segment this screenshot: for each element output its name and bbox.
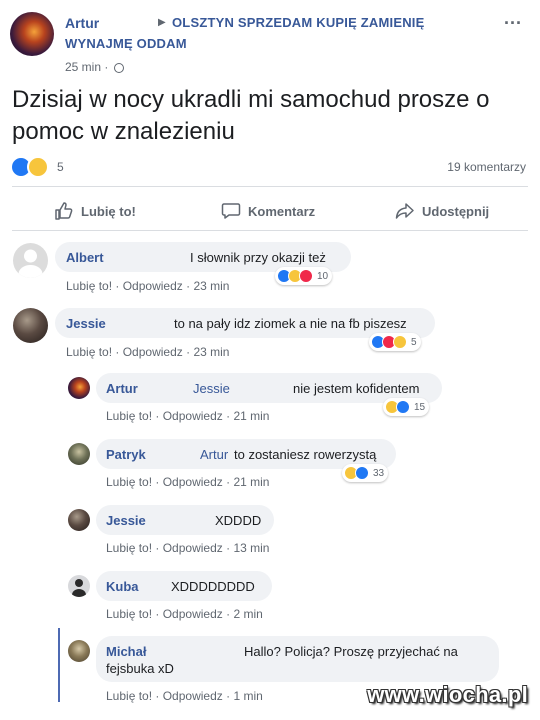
reply-avatar[interactable]	[68, 640, 90, 662]
post-author-name[interactable]: Artur	[65, 15, 99, 31]
share-icon	[395, 203, 414, 219]
reply-author[interactable]: Jessie	[106, 513, 146, 528]
post-text: Dzisiaj w nocy ukradli mi samochud prosz…	[12, 86, 490, 145]
reaction-count: 15	[414, 401, 426, 413]
comment-reactions[interactable]: 10	[275, 267, 333, 285]
reply-text: nie jestem kofidentem	[293, 381, 420, 396]
reply-reply-link[interactable]: Odpowiedz	[163, 541, 223, 555]
comment-avatar[interactable]	[13, 243, 48, 278]
haha-reaction-icon	[27, 156, 49, 178]
more-options-icon[interactable]: ...	[504, 8, 522, 29]
share-button[interactable]: Udostępnij	[395, 202, 489, 220]
comment-text: to na pały idz ziomek a nie na fb piszes…	[174, 316, 407, 331]
reply-time[interactable]: 1 min	[233, 689, 262, 703]
comment-button[interactable]: Komentarz	[221, 202, 315, 220]
reply-time[interactable]: 21 min	[233, 475, 269, 489]
reply-reply-link[interactable]: Odpowiedz	[163, 607, 223, 621]
like-reaction-icon	[396, 400, 410, 414]
reply-like-link[interactable]: Lubię to!	[106, 607, 152, 621]
highlight-bar	[58, 628, 60, 702]
reply-avatar[interactable]	[68, 509, 90, 531]
reaction-count: 5	[411, 336, 417, 348]
reply-author[interactable]: Kuba	[106, 579, 139, 594]
reaction-count: 10	[317, 270, 329, 282]
reply-reactions[interactable]: 33	[342, 464, 389, 482]
comment-reactions[interactable]: 5	[369, 333, 421, 351]
reply-avatar[interactable]	[68, 377, 90, 399]
haha-reaction-icon	[393, 335, 407, 349]
reply-author[interactable]: Patryk	[106, 447, 146, 462]
divider	[12, 186, 528, 187]
love-reaction-icon	[299, 269, 313, 283]
reply-reply-link[interactable]: Odpowiedz	[163, 689, 223, 703]
comment-author[interactable]: Albert	[66, 250, 104, 265]
reply-like-link[interactable]: Lubię to!	[106, 409, 152, 423]
comment-text: I słownik przy okazji też	[190, 250, 326, 265]
group-name-line2[interactable]: WYNAJMĘ ODDAM	[65, 36, 187, 51]
reaction-count: 33	[373, 467, 385, 479]
reply-time[interactable]: 2 min	[233, 607, 262, 621]
comment-time[interactable]: 23 min	[193, 345, 229, 359]
reply-text-line1: Hallo? Policja? Proszę przyjechać na	[244, 644, 458, 659]
comment-time[interactable]: 23 min	[193, 279, 229, 293]
reply-text: XDDDDDDDD	[171, 579, 255, 594]
reply-mention[interactable]: Artur	[200, 447, 228, 462]
post-reaction-count[interactable]: 5	[57, 160, 64, 174]
reply-actions: Lubię to! · Odpowiedz · 2 min	[106, 607, 263, 621]
like-button[interactable]: Lubię to!	[54, 202, 136, 220]
post-timestamp[interactable]: 25 min ·	[65, 60, 124, 74]
comment-reply-link[interactable]: Odpowiedz	[123, 279, 183, 293]
thumbs-up-icon	[55, 202, 73, 220]
reply-text: to zostaniesz rowerzystą	[234, 447, 377, 462]
comment-actions: Lubię to! · Odpowiedz · 23 min	[66, 345, 230, 359]
reply-text: XDDDD	[215, 513, 262, 528]
reply-author[interactable]: Artur	[106, 381, 138, 396]
reply-actions: Lubię to! · Odpowiedz · 21 min	[106, 409, 270, 423]
reply-like-link[interactable]: Lubię to!	[106, 475, 152, 489]
post-reactions-summary[interactable]	[10, 156, 49, 180]
reply-reply-link[interactable]: Odpowiedz	[163, 409, 223, 423]
like-button-label: Lubię to!	[81, 203, 136, 219]
arrow-right-icon: ▶	[158, 17, 166, 28]
comment-button-label: Komentarz	[248, 203, 316, 219]
reply-like-link[interactable]: Lubię to!	[106, 541, 152, 555]
reply-like-link[interactable]: Lubię to!	[106, 689, 152, 703]
divider	[12, 230, 528, 231]
comment-avatar[interactable]	[13, 308, 48, 343]
post-comment-count[interactable]: 19 komentarzy	[447, 160, 526, 174]
comment-icon	[221, 203, 241, 219]
comment-author[interactable]: Jessie	[66, 316, 106, 331]
reply-reply-link[interactable]: Odpowiedz	[163, 475, 223, 489]
reply-avatar[interactable]	[68, 443, 90, 465]
reply-mention[interactable]: Jessie	[193, 381, 230, 396]
post-time-text: 25 min ·	[65, 60, 109, 74]
globe-icon	[113, 63, 124, 73]
reply-actions: Lubię to! · Odpowiedz · 13 min	[106, 541, 270, 555]
reply-actions: Lubię to! · Odpowiedz · 21 min	[106, 475, 270, 489]
reply-reactions[interactable]: 15	[383, 398, 430, 416]
reply-author[interactable]: Michał	[106, 644, 146, 659]
reply-time[interactable]: 13 min	[233, 541, 269, 555]
group-name-line1[interactable]: OLSZTYN SPRZEDAM KUPIĘ ZAMIENIĘ	[172, 15, 425, 30]
reply-time[interactable]: 21 min	[233, 409, 269, 423]
share-button-label: Udostępnij	[422, 203, 490, 219]
comment-like-link[interactable]: Lubię to!	[66, 279, 112, 293]
comment-like-link[interactable]: Lubię to!	[66, 345, 112, 359]
comment-actions: Lubię to! · Odpowiedz · 23 min	[66, 279, 230, 293]
reply-avatar[interactable]	[68, 575, 90, 597]
reply-actions: Lubię to! · Odpowiedz · 1 min	[106, 689, 263, 703]
watermark: www.wiocha.pl	[367, 682, 528, 707]
post-author-avatar[interactable]	[10, 12, 54, 56]
comment-reply-link[interactable]: Odpowiedz	[123, 345, 183, 359]
like-reaction-icon	[355, 466, 369, 480]
reply-text-line2: fejsbuka xD	[106, 661, 174, 676]
